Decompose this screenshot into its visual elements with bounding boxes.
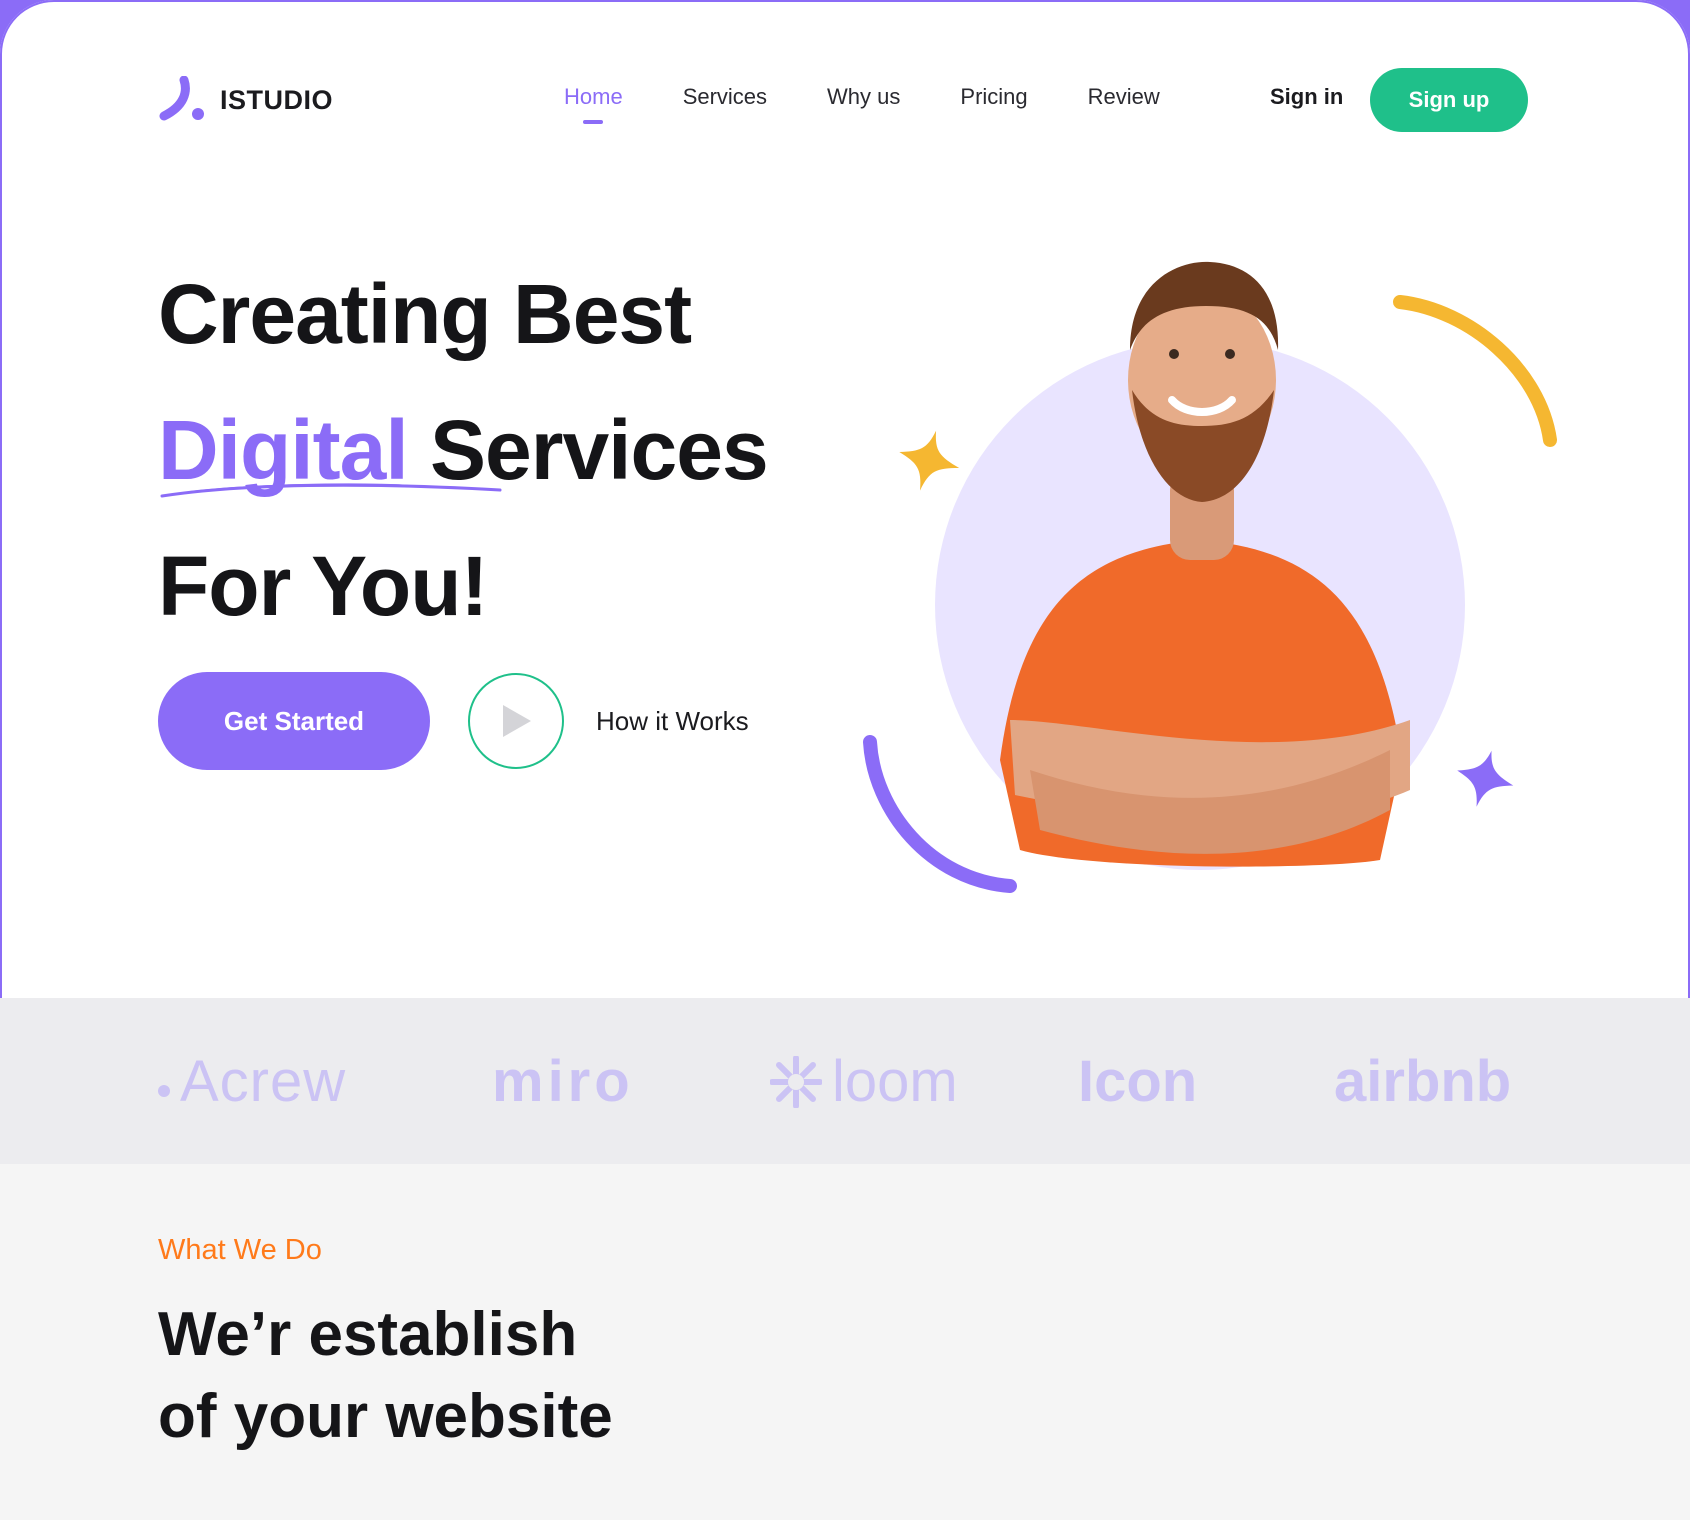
section-eyebrow: What We Do bbox=[158, 1234, 322, 1266]
loom-burst-icon bbox=[770, 1055, 822, 1108]
page-frame: ISTUDIO Home Services Why us Pricing Rev… bbox=[0, 0, 1690, 1520]
logo-icon-brand: Icon bbox=[1078, 1048, 1197, 1115]
how-it-works-link[interactable]: How it Works bbox=[596, 706, 749, 737]
sign-up-button[interactable]: Sign up bbox=[1370, 68, 1528, 132]
logo-acrew: Acrew bbox=[158, 1048, 346, 1115]
logo-icon bbox=[159, 76, 204, 121]
hero-title: Creating Best Digital Services For You! bbox=[158, 246, 769, 654]
logo-miro-text: miro bbox=[492, 1049, 634, 1114]
underline-scribble bbox=[160, 483, 502, 498]
yellow-arc bbox=[1393, 295, 1557, 447]
logo-miro: miro bbox=[492, 1048, 634, 1115]
main-menu: Home Services Why us Pricing Review bbox=[564, 84, 1220, 124]
logo-acrew-text: Acrew bbox=[180, 1049, 347, 1114]
logo-airbnb: airbnb bbox=[1334, 1048, 1511, 1115]
logo[interactable]: ISTUDIO bbox=[158, 76, 333, 124]
nav-services[interactable]: Services bbox=[683, 84, 767, 124]
nav-home[interactable]: Home bbox=[564, 84, 623, 124]
sign-in-link[interactable]: Sign in bbox=[1270, 84, 1343, 110]
section-title: We’r establish of your website bbox=[158, 1294, 613, 1458]
acrew-dot-icon bbox=[158, 1084, 170, 1097]
top-nav: ISTUDIO Home Services Why us Pricing Rev… bbox=[0, 0, 1690, 200]
section-title-line-2: of your website bbox=[158, 1382, 613, 1451]
partner-logos: Acrew miro loom Icon airbnb bbox=[0, 998, 1690, 1164]
nav-pricing[interactable]: Pricing bbox=[960, 84, 1027, 124]
what-we-do-section: What We Do We’r establish of your websit… bbox=[0, 1164, 1690, 1520]
hero-actions: Get Started How it Works bbox=[158, 672, 749, 770]
play-icon bbox=[503, 705, 531, 737]
get-started-button[interactable]: Get Started bbox=[158, 672, 430, 770]
hero-illustration bbox=[863, 261, 1557, 893]
brand-name: ISTUDIO bbox=[220, 84, 334, 115]
hero-line-3: For You! bbox=[158, 539, 489, 633]
play-button[interactable] bbox=[468, 673, 564, 769]
nav-review[interactable]: Review bbox=[1088, 84, 1160, 124]
logo-loom-text: loom bbox=[832, 1049, 958, 1114]
logo-loom: loom bbox=[770, 1048, 958, 1115]
section-title-line-1: We’r establish bbox=[158, 1300, 578, 1369]
logo-icon-text: Icon bbox=[1078, 1049, 1198, 1114]
yellow-star-icon bbox=[899, 430, 960, 491]
nav-why-us[interactable]: Why us bbox=[827, 84, 900, 124]
logo-airbnb-text: airbnb bbox=[1334, 1049, 1512, 1114]
purple-star-icon bbox=[1457, 750, 1514, 807]
hero-line-1: Creating Best bbox=[158, 267, 692, 361]
